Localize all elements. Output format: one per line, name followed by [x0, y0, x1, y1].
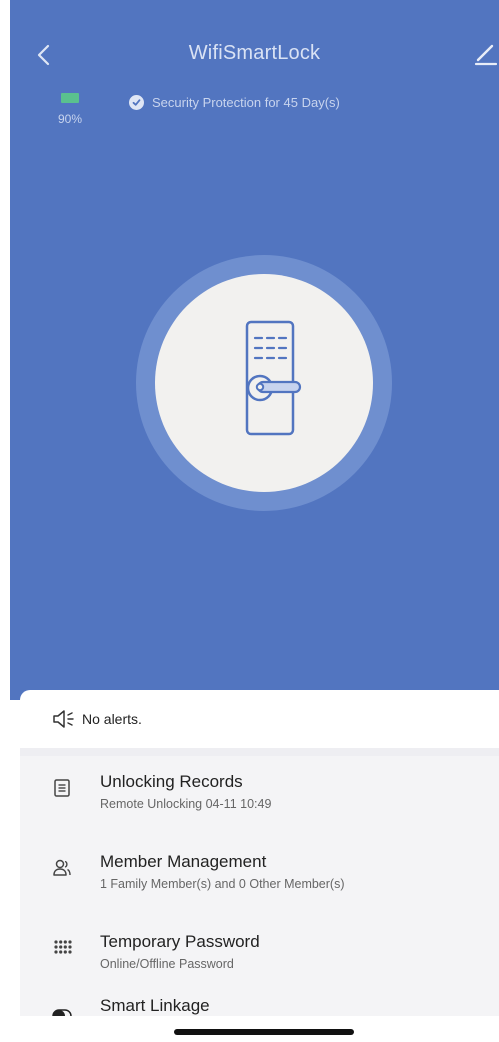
unlock-button[interactable] [155, 274, 373, 492]
security-status: Security Protection for 45 Day(s) [129, 95, 340, 110]
security-text: Security Protection for 45 Day(s) [152, 95, 340, 110]
alerts-text: No alerts. [82, 711, 142, 727]
menu-item-subtitle: 1 Family Member(s) and 0 Other Member(s) [100, 877, 345, 891]
door-lock-icon [245, 320, 302, 436]
pencil-icon [474, 44, 498, 66]
menu-item-title: Unlocking Records [100, 772, 243, 791]
lock-header-panel: WifiSmartLock 90% Security Protection fo… [10, 0, 499, 700]
page-title: WifiSmartLock [188, 42, 321, 64]
battery-icon [61, 93, 79, 103]
edit-button[interactable] [472, 38, 499, 68]
members-icon [53, 859, 71, 876]
menu-item-temporary-password[interactable]: Temporary Password Online/Offline Passwo… [20, 932, 499, 1004]
section-divider [20, 748, 499, 756]
keypad-icon [54, 940, 72, 954]
battery-indicator: 90% [52, 93, 88, 133]
menu-item-subtitle: Online/Offline Password [100, 957, 234, 971]
screen-edge [0, 0, 10, 1042]
menu-item-title: Member Management [100, 852, 267, 871]
speaker-icon [52, 709, 76, 729]
menu-item-member-management[interactable]: Member Management 1 Family Member(s) and… [20, 852, 499, 924]
menu-item-title: Smart Linkage [100, 996, 210, 1015]
document-list-icon [54, 779, 70, 797]
battery-percent: 90% [57, 112, 83, 126]
alerts-bar[interactable]: No alerts. [20, 690, 499, 748]
toggle-icon [52, 1009, 72, 1016]
home-indicator[interactable] [174, 1029, 354, 1035]
menu-item-unlocking-records[interactable]: Unlocking Records Remote Unlocking 04-11… [20, 772, 499, 844]
shield-check-icon [129, 95, 144, 110]
menu-item-subtitle: Remote Unlocking 04-11 10:49 [100, 797, 272, 811]
menu-item-smart-linkage[interactable]: Smart Linkage [20, 996, 499, 1016]
menu-item-title: Temporary Password [100, 932, 260, 951]
feature-list: Unlocking Records Remote Unlocking 04-11… [20, 748, 499, 1016]
